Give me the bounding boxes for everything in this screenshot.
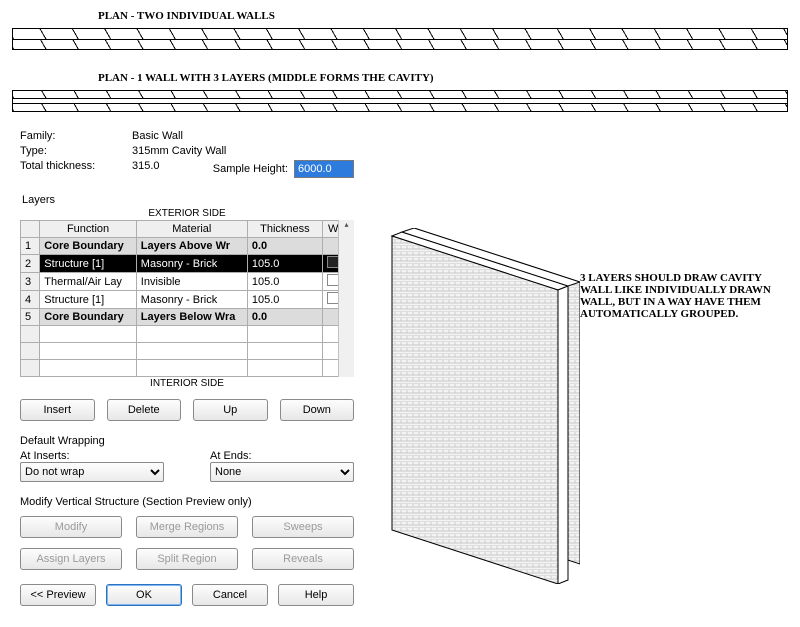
col-rownum [21, 221, 40, 238]
col-thickness: Thickness [247, 221, 322, 238]
modify-title: Modify Vertical Structure (Section Previ… [20, 496, 354, 508]
cell-material[interactable]: Masonry - Brick [136, 255, 247, 273]
insert-button[interactable]: Insert [20, 399, 95, 421]
at-ends-select[interactable]: None [210, 462, 354, 482]
cell-function[interactable]: Core Boundary [40, 309, 137, 326]
wrapping-title: Default Wrapping [20, 435, 354, 447]
cell-function[interactable]: Thermal/Air Lay [40, 273, 137, 291]
at-inserts-label: At Inserts: [20, 450, 164, 462]
sample-height-label: Sample Height: [213, 163, 288, 175]
cell-material[interactable]: Masonry - Brick [136, 291, 247, 309]
row-number: 5 [21, 309, 40, 326]
modify-button: Modify [20, 516, 122, 538]
sample-height-input[interactable] [294, 160, 354, 178]
type-value: 315mm Cavity Wall [132, 145, 226, 157]
cell-material[interactable]: Invisible [136, 273, 247, 291]
cell-function[interactable]: Core Boundary [40, 238, 137, 255]
scroll-up-icon[interactable]: ▴ [339, 220, 354, 229]
cell-thickness[interactable]: 0.0 [247, 238, 322, 255]
reveals-button: Reveals [252, 548, 354, 570]
exterior-side-label: EXTERIOR SIDE [20, 208, 354, 219]
table-row[interactable]: 4Structure [1]Masonry - Brick105.0 [21, 291, 354, 309]
family-value: Basic Wall [132, 130, 183, 142]
cell-thickness[interactable]: 105.0 [247, 273, 322, 291]
ok-button[interactable]: OK [106, 584, 182, 606]
delete-button[interactable]: Delete [107, 399, 182, 421]
plan-one-wall [12, 90, 788, 112]
col-material: Material [136, 221, 247, 238]
cell-thickness[interactable]: 105.0 [247, 291, 322, 309]
edit-assembly-dialog: Family: Basic Wall Type: 315mm Cavity Wa… [10, 126, 364, 616]
plan-label-one-wall: PLAN - 1 WALL WITH 3 LAYERS (MIDDLE FORM… [98, 72, 800, 84]
up-button[interactable]: Up [193, 399, 268, 421]
thickness-value: 315.0 [132, 160, 160, 178]
row-number: 2 [21, 255, 40, 273]
col-function: Function [40, 221, 137, 238]
cancel-button[interactable]: Cancel [192, 584, 268, 606]
cell-material[interactable]: Layers Above Wr [136, 238, 247, 255]
type-label: Type: [20, 145, 132, 157]
thickness-label: Total thickness: [20, 160, 132, 178]
row-number: 3 [21, 273, 40, 291]
plan-label-two-walls: PLAN - TWO INDIVIDUAL WALLS [98, 10, 800, 22]
cell-function[interactable]: Structure [1] [40, 255, 137, 273]
row-number: 1 [21, 238, 40, 255]
table-row[interactable]: 2Structure [1]Masonry - Brick105.0 [21, 255, 354, 273]
help-button[interactable]: Help [278, 584, 354, 606]
annotation-text: 3 LAYERS SHOULD DRAW CAVITY WALL LIKE IN… [580, 272, 780, 320]
down-button[interactable]: Down [280, 399, 355, 421]
sweeps-button: Sweeps [252, 516, 354, 538]
plan-two-walls [12, 28, 788, 50]
table-row[interactable]: 3Thermal/Air LayInvisible105.0 [21, 273, 354, 291]
cell-thickness[interactable]: 0.0 [247, 309, 322, 326]
table-row[interactable]: 1Core BoundaryLayers Above Wr0.0 [21, 238, 354, 255]
at-inserts-select[interactable]: Do not wrap [20, 462, 164, 482]
assign-layers-button: Assign Layers [20, 548, 122, 570]
cell-function[interactable]: Structure [1] [40, 291, 137, 309]
layers-title: Layers [22, 194, 354, 206]
interior-side-label: INTERIOR SIDE [20, 378, 354, 389]
family-label: Family: [20, 130, 132, 142]
row-number: 4 [21, 291, 40, 309]
preview-button[interactable]: << Preview [20, 584, 96, 606]
layers-table[interactable]: Function Material Thickness Wra 1Core Bo… [20, 220, 354, 377]
merge-regions-button: Merge Regions [136, 516, 238, 538]
cell-thickness[interactable]: 105.0 [247, 255, 322, 273]
split-region-button: Split Region [136, 548, 238, 570]
cell-material[interactable]: Layers Below Wra [136, 309, 247, 326]
scrollbar[interactable]: ▴ [338, 220, 354, 377]
wall-3d-preview [380, 228, 580, 584]
at-ends-label: At Ends: [210, 450, 354, 462]
table-row[interactable]: 5Core BoundaryLayers Below Wra0.0 [21, 309, 354, 326]
